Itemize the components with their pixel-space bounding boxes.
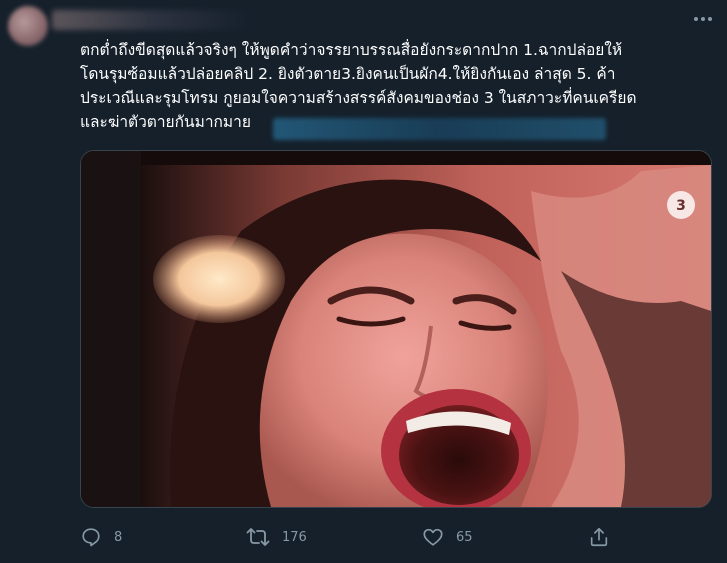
tweet-actions: 8 176 65 bbox=[80, 522, 620, 552]
like-count: 65 bbox=[456, 529, 473, 545]
reply-button[interactable]: 8 bbox=[80, 522, 122, 552]
retweet-button[interactable]: 176 bbox=[246, 522, 307, 552]
svg-text:3: 3 bbox=[676, 198, 686, 214]
share-button[interactable] bbox=[588, 522, 610, 552]
reply-icon bbox=[82, 528, 100, 547]
redacted-link bbox=[273, 118, 606, 140]
retweet-count: 176 bbox=[282, 529, 307, 545]
avatar[interactable] bbox=[8, 6, 48, 46]
retweet-icon bbox=[246, 528, 270, 546]
reply-count: 8 bbox=[114, 529, 123, 545]
share-icon bbox=[590, 527, 608, 547]
redacted-header bbox=[52, 10, 252, 30]
more-button[interactable] bbox=[691, 10, 715, 28]
media-image: 3 bbox=[81, 151, 711, 507]
more-horizontal-icon bbox=[694, 17, 712, 21]
heart-icon bbox=[423, 528, 443, 546]
tweet-media[interactable]: 3 bbox=[80, 150, 712, 508]
like-button[interactable]: 65 bbox=[422, 522, 473, 552]
